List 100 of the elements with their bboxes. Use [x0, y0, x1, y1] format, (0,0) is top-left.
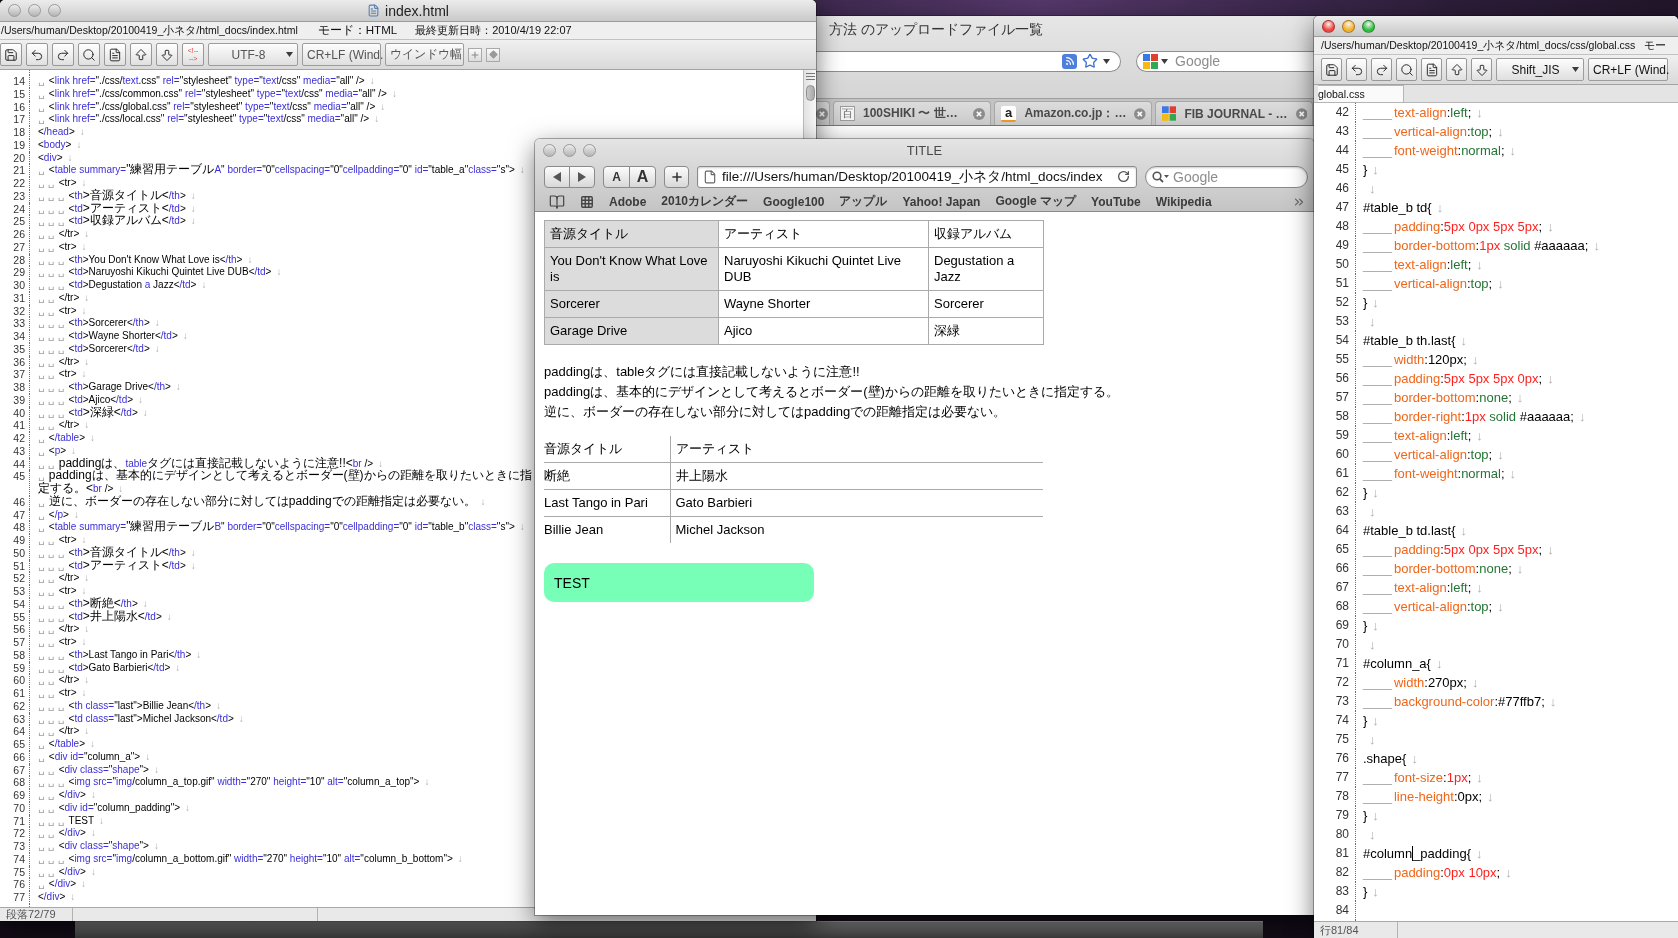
undo-button[interactable]: [1346, 58, 1367, 81]
line-number: 82: [1335, 864, 1349, 881]
bookmark-link[interactable]: Google100: [763, 194, 825, 209]
code-line: } ↓: [1363, 161, 1379, 179]
search-button[interactable]: [1396, 58, 1417, 81]
file-tab[interactable]: global.css: [1318, 85, 1404, 102]
redo-button[interactable]: [52, 43, 74, 66]
line-number: 34: [13, 330, 25, 343]
line-number: 77: [1335, 769, 1349, 786]
document-icon: [1424, 62, 1439, 77]
save-button[interactable]: [1321, 58, 1342, 81]
line-number: 30: [13, 279, 25, 292]
forward-button[interactable]: [569, 165, 595, 188]
book-icon[interactable]: [549, 193, 565, 210]
code-line: ␣<link href="./css/common.css" rel="stylesheet" type="text/css" media="all" /> ↓: [38, 87, 397, 101]
back-button[interactable]: [544, 165, 570, 188]
color-blocks-icon: [1162, 106, 1177, 121]
line-number: 22: [13, 177, 25, 190]
bookmark-link[interactable]: アップル: [839, 193, 888, 210]
tab[interactable]: [816, 101, 830, 125]
table-header-cell: Billie Jean: [544, 516, 670, 543]
diamond-button[interactable]: [486, 47, 500, 62]
line-number: 60: [13, 674, 25, 687]
code-line: #column_padding{ ↓: [1363, 845, 1483, 863]
code-line: ␣␣␣<td>収録アルバム</td> ↓: [38, 215, 196, 228]
status-text: 段落72/79: [6, 907, 56, 921]
code-line: ␣␣</tr> ↓: [38, 725, 90, 738]
table-cell: アーティスト: [718, 220, 929, 248]
search-button[interactable]: [78, 43, 100, 66]
close-icon[interactable]: [1295, 107, 1307, 120]
window-title: 方法 のアップロードファイル一覧: [829, 20, 1043, 39]
code-line: } ↓: [1363, 294, 1379, 312]
code-line: #table_b th.last{ ↓: [1363, 332, 1468, 350]
dropdown-button[interactable]: Shift_JIS: [1496, 58, 1584, 81]
grid-icon[interactable]: [580, 194, 594, 209]
line-number: 73: [1335, 693, 1349, 710]
bookmark-link[interactable]: Google マップ: [995, 193, 1077, 210]
scrollbar-track[interactable]: [803, 70, 816, 139]
arrow-up-button[interactable]: [130, 43, 152, 66]
search-field[interactable]: Google: [1145, 165, 1308, 188]
line-number: 73: [13, 840, 25, 853]
code-line: ␣␣<tr> ↓: [38, 177, 87, 190]
bookmark-link[interactable]: Yahoo! Japan: [902, 194, 981, 209]
dropdown-button[interactable]: CR+LF (Wind.: [302, 43, 381, 66]
line-number: 43: [1335, 123, 1349, 140]
line-number: 55: [1335, 351, 1349, 368]
code-line: } ↓: [1363, 617, 1379, 635]
code-line: ␣␣␣<td>井上陽水</td> ↓: [38, 610, 172, 624]
tab[interactable]: FIB JOURNAL - …: [1155, 101, 1313, 125]
code-line: ␣␣</tr> ↓: [38, 623, 90, 636]
zoom-button[interactable]: [1362, 19, 1375, 33]
bookmark-link[interactable]: 2010カレンダー: [661, 193, 749, 210]
line-number: 26: [13, 228, 25, 241]
lines-icon[interactable]: [805, 73, 815, 80]
dropdown-button[interactable]: CR+LF (Wind.: [1588, 58, 1668, 81]
reload-icon[interactable]: [1117, 170, 1130, 183]
bookmark-link[interactable]: Wikipedia: [1155, 194, 1212, 209]
star-icon[interactable]: [1082, 53, 1098, 69]
code-line: ␣␣␣<th class="last">Billie Jean</th> ↓: [38, 699, 222, 713]
save-button[interactable]: [0, 43, 22, 66]
arrow-down-button[interactable]: [1471, 58, 1492, 81]
undo-button[interactable]: [26, 43, 48, 66]
code-line: ____text-align:left; ↓: [1363, 579, 1483, 597]
save-icon: [4, 47, 18, 62]
dropdown-button[interactable]: ウインドウ幅: [385, 43, 464, 66]
close-icon[interactable]: [816, 107, 828, 120]
code-line: ␣␣␣<td>Naruyoshi Kikuchi Quintet Live DUB</td> ↓: [38, 266, 282, 279]
scrollbar-thumb[interactable]: [805, 85, 815, 101]
arrow-up-button[interactable]: [1446, 58, 1467, 81]
tab[interactable]: 百 100SHIKI 〜 世…: [833, 101, 991, 125]
code-line: ____border-bottom:1px solid #aaaaaa; ↓: [1363, 237, 1600, 255]
document-button[interactable]: [104, 43, 126, 66]
code-line: ␣␣<tr> ↓: [38, 368, 87, 381]
minimize-button[interactable]: [1342, 19, 1355, 33]
close-button[interactable]: [1322, 19, 1335, 33]
text-smaller-button[interactable]: A: [603, 165, 630, 188]
table-header-cell: Last Tango in Pari: [544, 489, 670, 517]
document-button[interactable]: [1421, 58, 1442, 81]
address-field[interactable]: file:///Users/human/Desktop/20100419_小ネタ/html_docs/index: [697, 165, 1137, 188]
address-field[interactable]: [816, 50, 1121, 72]
code-line: ␣␣paddingは、tableタグには直接記載しないように注意!!<br /> ↓: [38, 457, 384, 470]
redo-button[interactable]: [1371, 58, 1392, 81]
add-button[interactable]: [664, 165, 689, 188]
dropdown-button[interactable]: UTF-8: [208, 43, 298, 66]
line-number: 64: [13, 725, 25, 738]
tab[interactable]: a Amazon.co.jp：…: [994, 101, 1152, 125]
search-field[interactable]: Google: [1136, 50, 1314, 72]
line-number: 38: [13, 381, 25, 394]
line-number: 67: [13, 763, 25, 777]
close-icon[interactable]: [1134, 107, 1146, 120]
line-number: 42: [13, 432, 25, 445]
text-larger-button[interactable]: A: [629, 165, 656, 188]
bookmark-link[interactable]: YouTube: [1091, 194, 1141, 209]
close-icon[interactable]: [973, 107, 985, 120]
code-line: ␣␣<div class="shape"> ↓: [38, 763, 159, 777]
arrow-down-button[interactable]: [156, 43, 178, 66]
arrow-down-icon: [160, 47, 174, 62]
bookmark-link[interactable]: Adobe: [609, 194, 647, 209]
code-line: ␣␣</tr> ↓: [38, 355, 90, 369]
feed-icon[interactable]: [1062, 53, 1077, 69]
